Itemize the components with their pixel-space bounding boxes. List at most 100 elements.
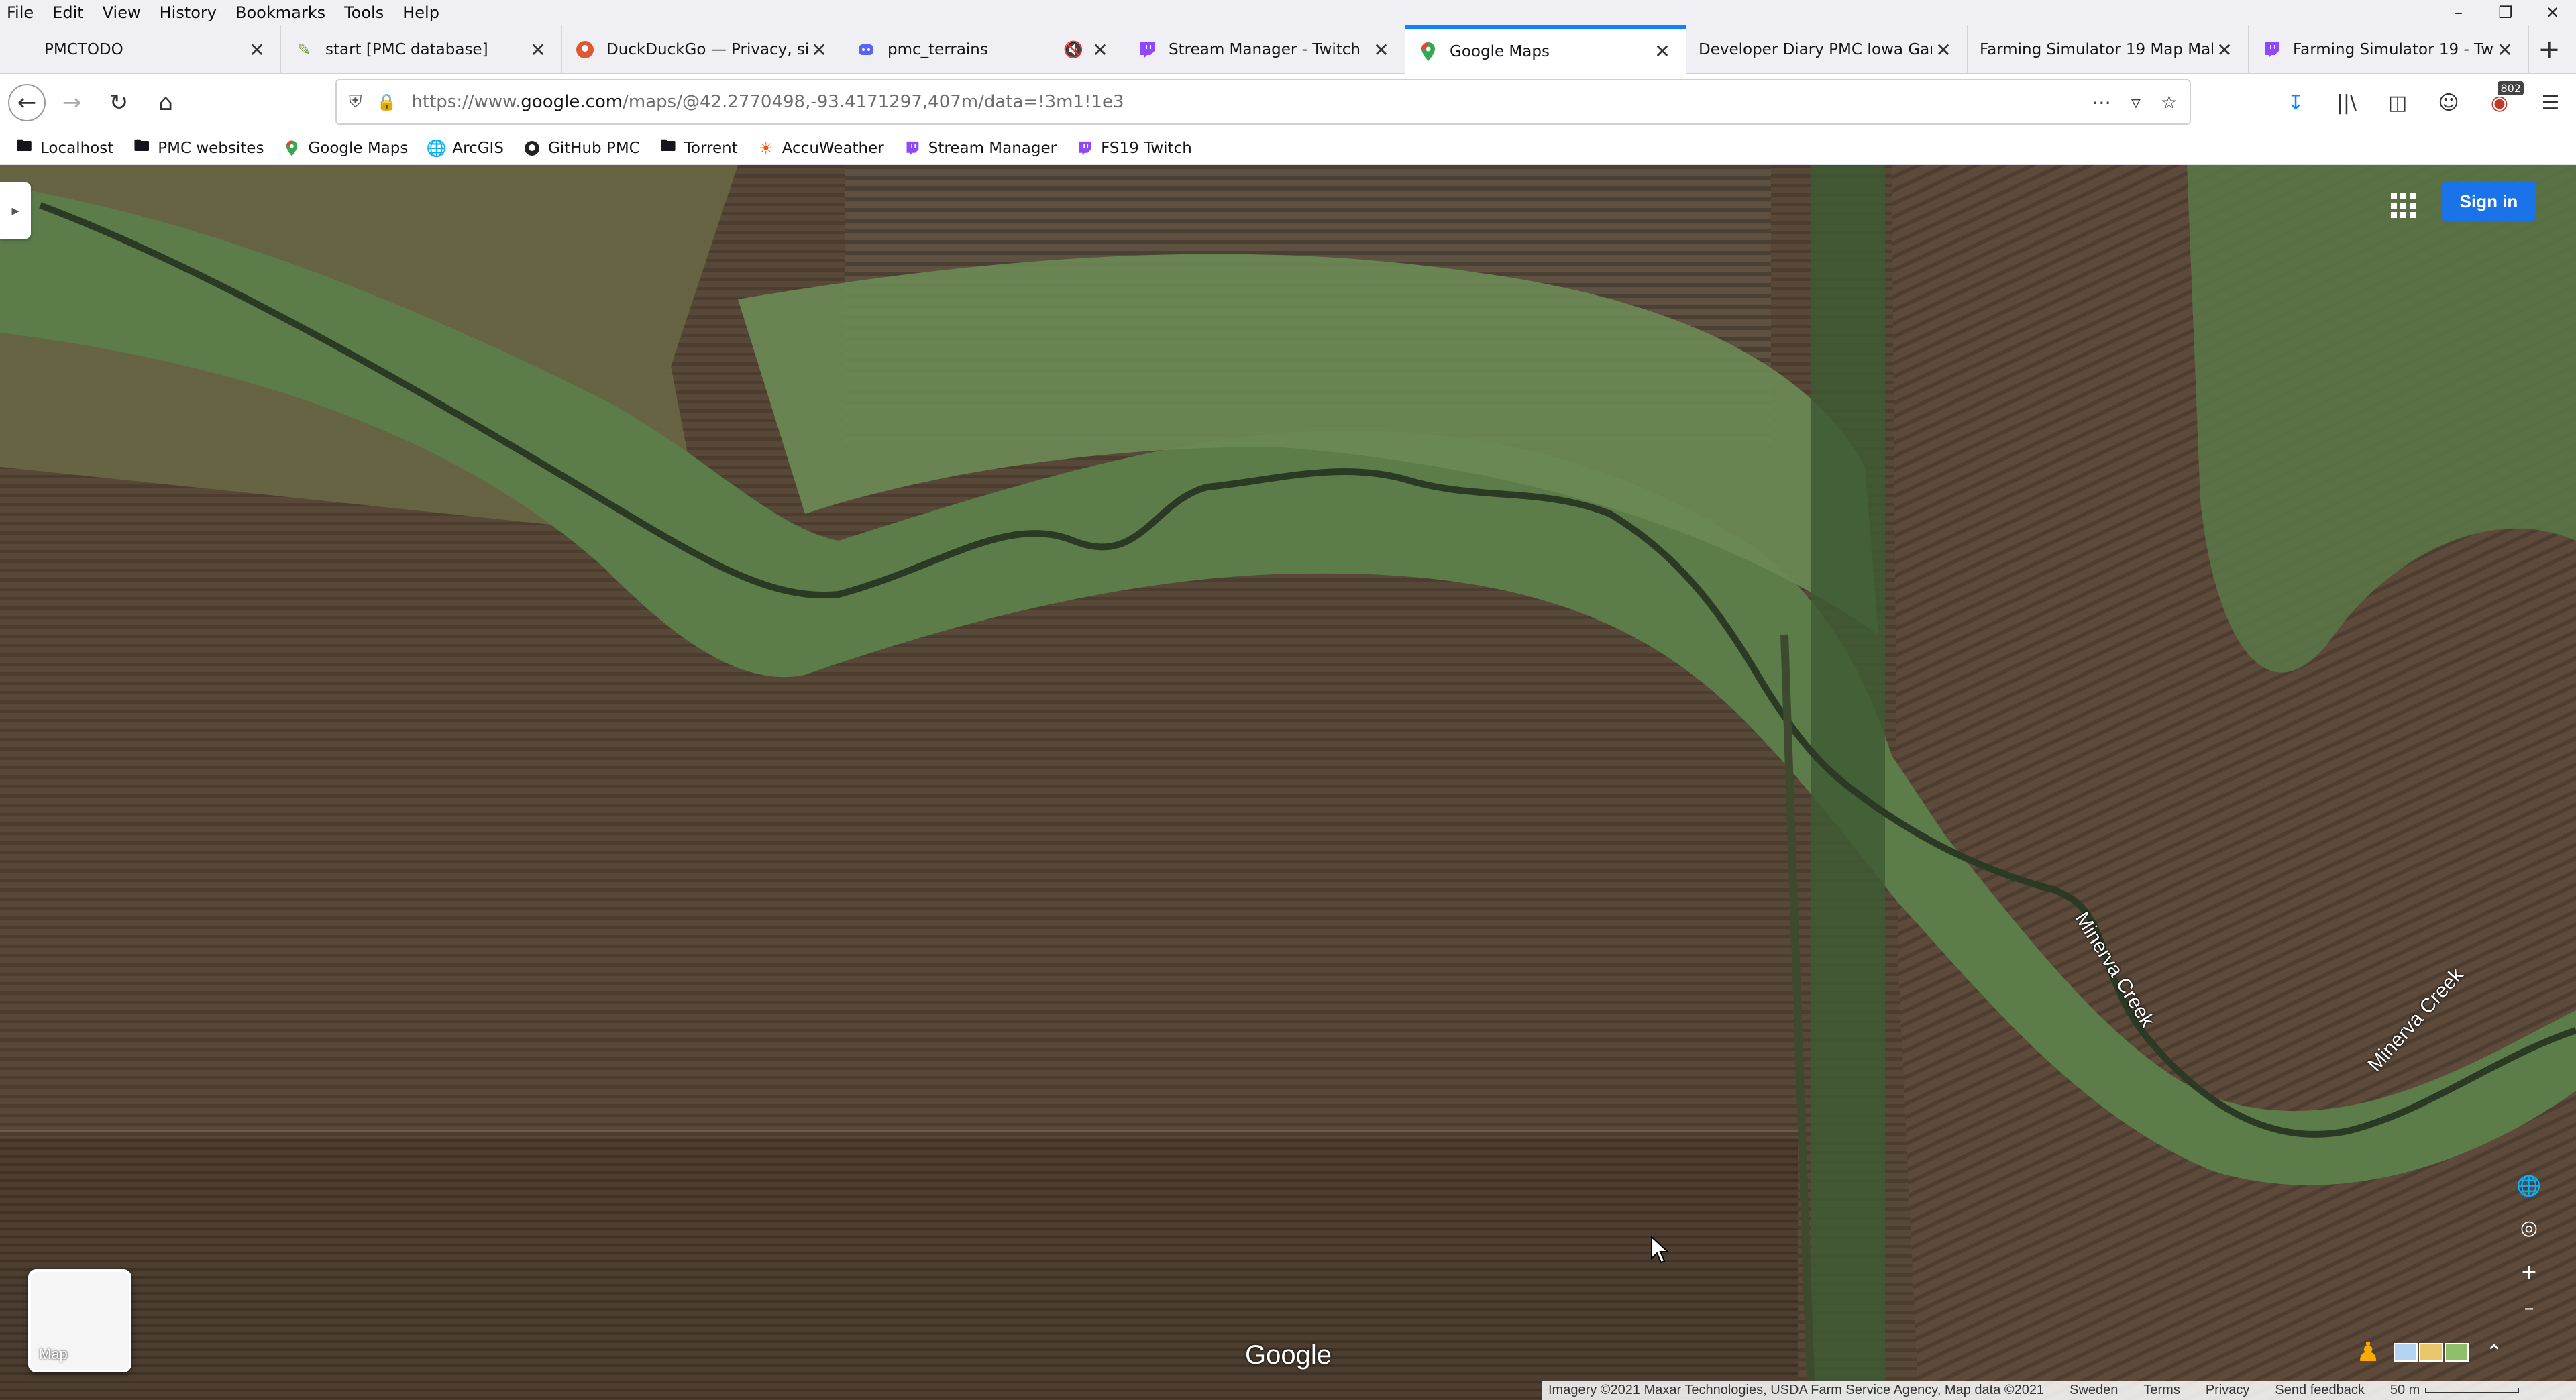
menu-tools[interactable]: Tools [335,0,393,25]
home-button[interactable]: ⌂ [145,82,186,123]
new-tab-button[interactable]: + [2529,25,2569,74]
forward-button[interactable]: → [51,82,93,123]
bookmark-stream-manager[interactable]: Stream Manager [903,139,1057,158]
pocket-icon[interactable]: ▿ [2131,91,2141,113]
tab-pmc-database[interactable]: ✎ start [PMC database] ✕ [281,25,562,74]
google-apps-button[interactable] [2383,185,2423,225]
mouse-cursor-icon [1651,1236,1669,1264]
extension-icon[interactable]: ◉ 802 [2483,81,2524,119]
tab-pmctodo[interactable]: PMCTODO ✕ [0,25,281,74]
bookmark-fs19-twitch[interactable]: FS19 Twitch [1075,139,1192,158]
download-icon[interactable]: ↧ [2279,87,2312,119]
my-location-icon[interactable]: ◎ [2510,1209,2548,1246]
sun-icon: ☀ [758,138,773,158]
url-text[interactable]: https://www.google.com/maps/@42.2770498,… [411,92,2092,112]
url-path: /maps/@42.2770498,-93.4171297,407m/data=… [623,92,1124,112]
url-bar[interactable]: ⛨ 🔒 https://www.google.com/maps/@42.2770… [335,79,2191,125]
bookmark-label: Torrent [684,139,738,157]
twitch-icon [903,139,922,158]
restore-button[interactable]: ❐ [2482,0,2529,25]
bookmark-label: AccuWeather [782,139,884,157]
tab-title: PMCTODO [44,41,123,58]
tab-title: pmc_terrains [888,41,988,58]
zoom-in-button[interactable]: + [2510,1253,2548,1291]
url-host: google.com [521,92,623,112]
tab-title: Stream Manager - Twitch [1169,41,1360,58]
menu-history[interactable]: History [150,0,226,25]
tab-close-icon[interactable]: ✕ [1651,40,1674,63]
mini-layers-icon[interactable] [2394,1343,2469,1362]
scale-indicator[interactable]: 50 m [2390,1383,2520,1398]
zoom-out-button[interactable]: – [2510,1289,2548,1327]
side-panel-toggle[interactable]: ▸ [0,182,31,239]
sign-in-button[interactable]: Sign in [2442,181,2536,221]
menu-bar: File Edit View History Bookmarks Tools H… [0,0,2576,25]
bookmark-pmc-websites[interactable]: 🖿 PMC websites [132,136,264,158]
terms-link[interactable]: Terms [2143,1383,2180,1398]
imagery-attribution: Imagery ©2021 Maxar Technologies, USDA F… [1548,1383,2045,1397]
wiki-icon: ✎ [297,40,311,59]
bookmark-accuweather[interactable]: ☀ AccuWeather [757,139,884,158]
lock-icon[interactable]: 🔒 [377,93,397,111]
country-link[interactable]: Sweden [2070,1383,2118,1398]
tab-close-icon[interactable]: ✕ [2213,38,2236,61]
menu-file[interactable]: File [0,0,43,25]
tab-title: Google Maps [1450,42,1550,60]
bookmark-github-pmc[interactable]: GitHub PMC [523,139,640,158]
menu-help[interactable]: Help [393,0,449,25]
globe-view-icon[interactable]: 🌐 [2510,1167,2548,1205]
library-icon[interactable]: ||\ [2330,87,2363,119]
bookmark-localhost[interactable]: 🖿 Localhost [15,136,113,158]
back-button[interactable]: ← [8,84,46,121]
sidebar-icon[interactable]: ◫ [2381,87,2414,119]
minimize-button[interactable]: – [2435,0,2482,25]
folder-icon: 🖿 [659,136,676,155]
reload-button[interactable]: ↻ [98,82,140,123]
bookmark-google-maps[interactable]: Google Maps [282,139,408,158]
bookmark-arcgis[interactable]: 🌐 ArcGIS [426,139,503,158]
menu-bookmarks[interactable]: Bookmarks [226,0,335,25]
page-actions-icon[interactable]: ⋯ [2092,91,2111,113]
tab-fs19-map[interactable]: Farming Simulator 19 Map Mak ✕ [1968,25,2249,74]
menu-edit[interactable]: Edit [43,0,93,25]
bookmark-label: GitHub PMC [547,139,640,157]
tab-stream-manager[interactable]: Stream Manager - Twitch ✕ [1124,25,1405,74]
window-controls: – ❐ ✕ [2435,0,2576,25]
privacy-link[interactable]: Privacy [2206,1383,2250,1398]
tab-pmc-terrains[interactable]: pmc_terrains 🔇 ✕ [843,25,1124,74]
tab-close-icon[interactable]: ✕ [2493,38,2516,61]
tab-duckduckgo[interactable]: DuckDuckGo — Privacy, sim ✕ [562,25,843,74]
close-window-button[interactable]: ✕ [2529,0,2576,25]
url-actions: ⋯ ▿ ☆ [2092,91,2178,113]
menu-view[interactable]: View [93,0,150,25]
muted-speaker-icon[interactable]: 🔇 [1062,38,1085,61]
account-icon[interactable]: ☺ [2432,87,2465,119]
tab-fs19-twitch[interactable]: Farming Simulator 19 - Twit ✕ [2249,25,2529,74]
expand-chevron-icon[interactable]: ⌃ [2481,1339,2508,1366]
tab-close-icon[interactable]: ✕ [246,38,268,61]
map-layer-toggle[interactable]: Map [28,1269,131,1372]
bookmark-label: PMC websites [158,139,264,157]
satellite-imagery [0,165,2576,1400]
tab-close-icon[interactable]: ✕ [1370,38,1393,61]
tab-title: Farming Simulator 19 - Twit [2293,41,2493,58]
tab-close-icon[interactable]: ✕ [1089,38,1112,61]
toolbar-right: ↧ ||\ ◫ ☺ ◉ 802 ☰ [2279,81,2567,123]
tab-close-icon[interactable]: ✕ [1932,38,1955,61]
tab-developer-diary[interactable]: Developer Diary PMC Iowa Gard ✕ [1686,25,1968,74]
tab-google-maps[interactable]: Google Maps ✕ [1405,25,1686,74]
bottom-right-controls: ♟ ⌃ [2355,1335,2508,1370]
hamburger-menu-icon[interactable]: ☰ [2534,87,2567,119]
navigation-bar: ← → ↻ ⌂ ⛨ 🔒 https://www.google.com/maps/… [0,74,2576,131]
tab-close-icon[interactable]: ✕ [808,38,830,61]
apps-grid-icon [2390,193,2416,218]
send-feedback-link[interactable]: Send feedback [2275,1383,2364,1398]
bookmark-star-icon[interactable]: ☆ [2161,91,2178,113]
pegman-icon[interactable]: ♟ [2355,1335,2381,1370]
twitch-icon [1075,139,1094,158]
bookmark-torrent[interactable]: 🖿 Torrent [659,136,738,158]
satellite-map[interactable]: ▸ Sign in Minerva Creek Minerva Creek 🌐 … [0,165,2576,1400]
tab-close-icon[interactable]: ✕ [527,38,549,61]
tab-title: Developer Diary PMC Iowa Gard [1699,41,1932,58]
tracking-shield-icon[interactable]: ⛨ [349,92,362,113]
